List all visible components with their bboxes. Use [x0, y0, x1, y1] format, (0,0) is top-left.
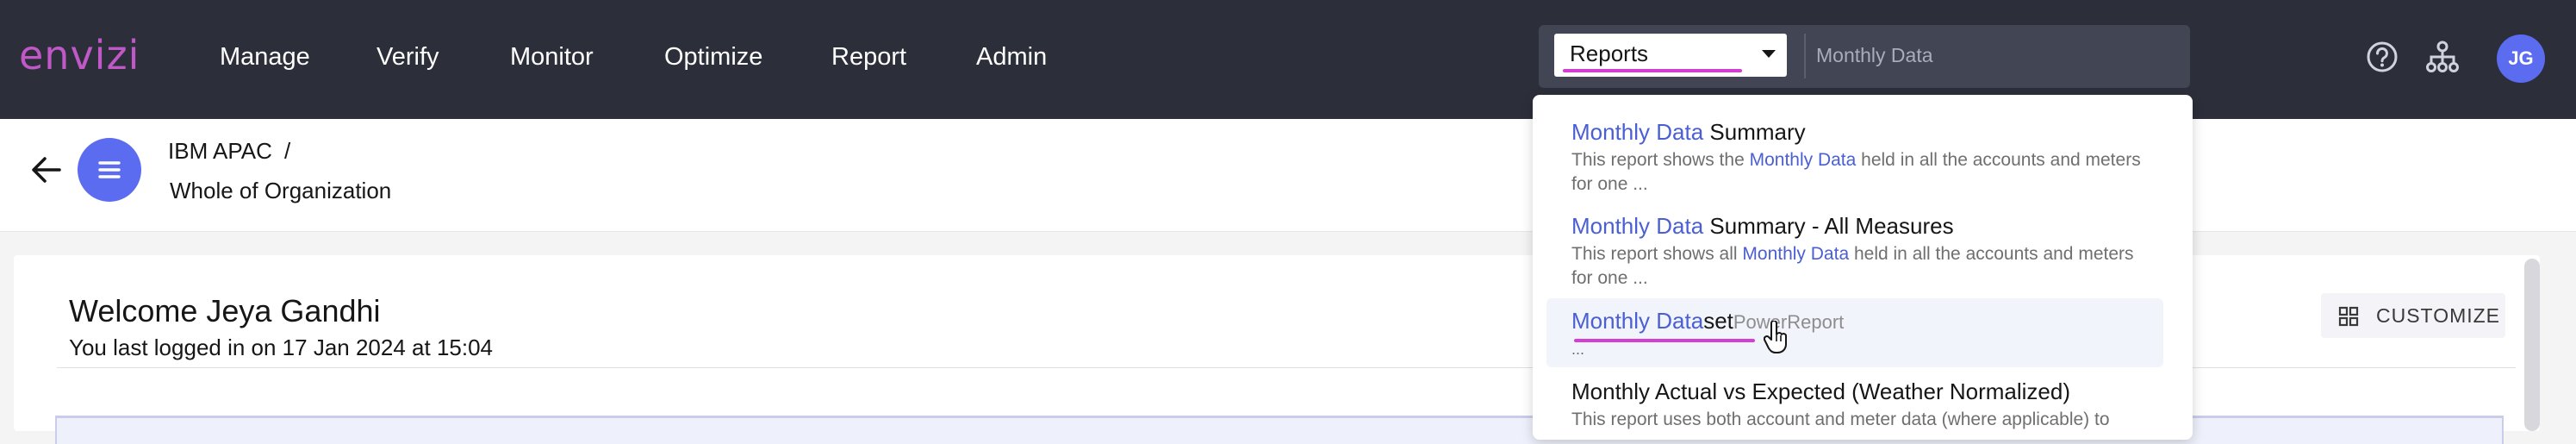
nav-optimize[interactable]: Optimize: [664, 41, 762, 72]
breadcrumb-location: Whole of Organization: [170, 178, 392, 203]
search-scope-underline: [1563, 69, 1742, 72]
nav-verify[interactable]: Verify: [376, 41, 439, 72]
user-avatar[interactable]: JG: [2497, 34, 2545, 83]
search-scope-value: Reports: [1570, 41, 1649, 66]
result-title: Monthly DatasetPowerReport: [1571, 308, 1844, 335]
result-description: This report shows the Monthly Data held …: [1571, 148, 2149, 197]
location-menu-button[interactable]: [78, 138, 141, 202]
result-title-rest: Summary - All Measures: [1703, 213, 1954, 239]
breadcrumb-org[interactable]: IBM APAC: [168, 138, 272, 165]
last-login-text: You last logged in on 17 Jan 2024 at 15:…: [69, 335, 494, 360]
result-description: ...: [1571, 340, 2149, 359]
result-title: Monthly Data Summary: [1571, 119, 1806, 146]
result-desc-pre: This report shows all: [1571, 244, 1743, 264]
grid-icon: [2338, 306, 2359, 327]
global-search: Reports Monthly Data: [1539, 25, 2190, 88]
search-scope-select[interactable]: Reports: [1554, 34, 1787, 77]
nav-monitor[interactable]: Monitor: [510, 41, 594, 72]
scrollbar-thumb[interactable]: [2524, 259, 2540, 431]
result-title-rest: Monthly Actual vs Expected (Weather Norm…: [1571, 378, 2070, 404]
page-title: Welcome Jeya Gandhi: [69, 293, 381, 328]
result-desc-pre: This report shows the: [1571, 150, 1750, 170]
nav-admin[interactable]: Admin: [976, 41, 1047, 72]
customize-button[interactable]: CUSTOMIZE: [2321, 293, 2505, 338]
hand-cursor-icon: [1763, 320, 1789, 360]
result-description: This report shows all Monthly Data held …: [1571, 242, 2149, 291]
search-results-dropdown: Monthly Data Summary This report shows t…: [1533, 95, 2193, 440]
result-desc-match: Monthly Data: [1749, 150, 1857, 170]
result-title: Monthly Actual vs Expected (Weather Norm…: [1571, 378, 2070, 405]
result-desc-match: Monthly Data: [1742, 244, 1850, 264]
customize-label: CUSTOMIZE: [2376, 304, 2501, 327]
nav-manage[interactable]: Manage: [220, 41, 310, 72]
svg-text:envizi: envizi: [19, 32, 140, 78]
nav-report[interactable]: Report: [831, 41, 906, 72]
page-scrollbar[interactable]: [2521, 259, 2543, 431]
envizi-logo[interactable]: envizi: [19, 31, 148, 84]
hierarchy-icon[interactable]: [2426, 40, 2459, 78]
search-divider: [1804, 34, 1806, 78]
arrow-left-icon[interactable]: [31, 155, 62, 189]
caret-down-icon: [1761, 48, 1776, 64]
result-title-match: Monthly Data: [1571, 213, 1704, 239]
breadcrumb-separator: /: [284, 138, 291, 164]
result-desc-pre: ...: [1571, 341, 1585, 358]
menu-icon: [98, 161, 121, 178]
result-title-rest: Summary: [1703, 119, 1806, 145]
result-desc-pre: This report uses both account and meter …: [1571, 410, 2110, 429]
result-title-match: Monthly Data: [1571, 119, 1704, 145]
result-description: This report uses both account and meter …: [1571, 408, 2149, 432]
search-input[interactable]: Monthly Data: [1816, 44, 1933, 67]
result-title-rest: set: [1703, 308, 1733, 334]
result-title-match: Monthly Data: [1571, 308, 1704, 334]
result-title: Monthly Data Summary - All Measures: [1571, 213, 1954, 240]
help-icon[interactable]: [2365, 40, 2399, 78]
